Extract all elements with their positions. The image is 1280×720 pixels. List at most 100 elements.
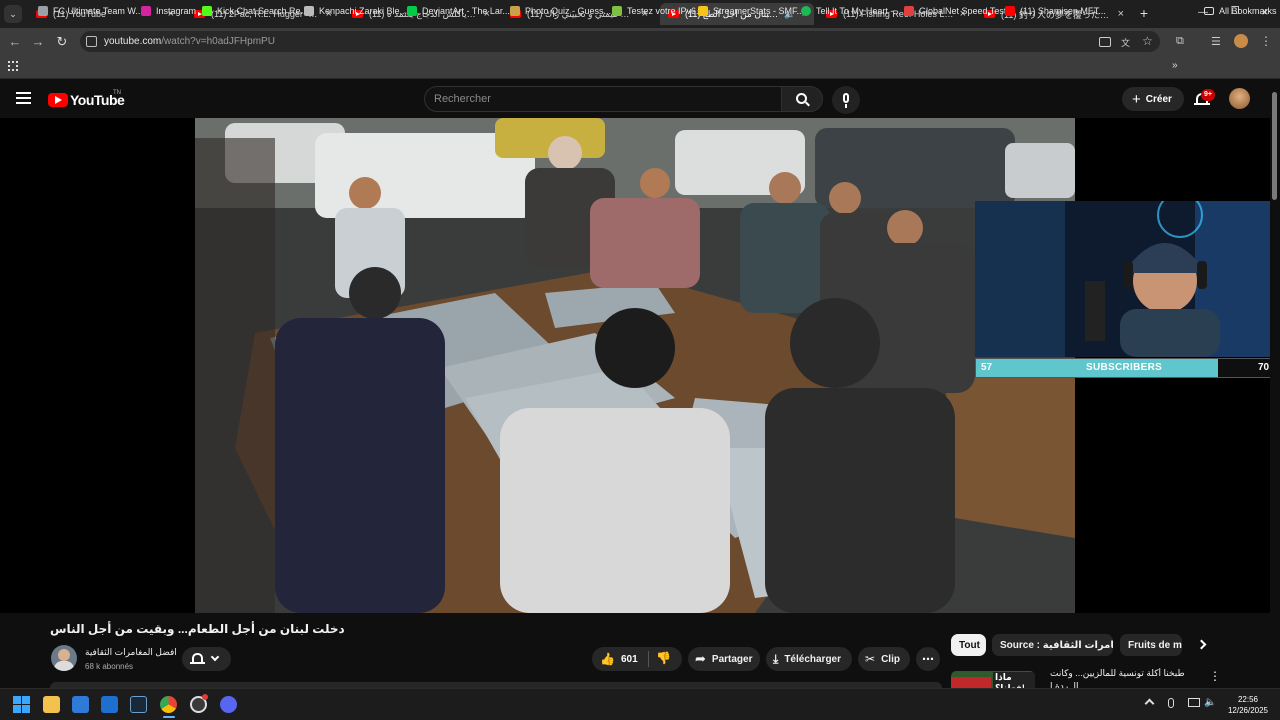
discord-icon[interactable]: [220, 696, 237, 713]
account-avatar[interactable]: [1229, 88, 1250, 109]
search-placeholder: Rechercher: [434, 93, 491, 105]
channel-name[interactable]: افضل المغامرات الثقافية: [85, 647, 177, 658]
bookmark-label: FC Ultimate Team W...: [53, 6, 143, 16]
share-label: Partager: [711, 653, 753, 665]
close-icon[interactable]: ×: [1118, 8, 1124, 20]
bookmark-item[interactable]: DeviantArt - The Lar...: [407, 6, 510, 16]
chrome-icon[interactable]: [160, 696, 177, 713]
translate-icon[interactable]: 文: [1121, 36, 1133, 48]
chip-source[interactable]: Source : افضل المغامرات الثقافية: [992, 634, 1113, 656]
profile-avatar[interactable]: [1234, 34, 1248, 48]
all-bookmarks-label: All Bookmarks: [1219, 6, 1277, 16]
bookmark-item[interactable]: Photo Quiz - Guess...: [510, 6, 611, 16]
install-app-icon[interactable]: [1099, 37, 1111, 47]
video-frame[interactable]: [195, 118, 1075, 613]
subscriber-count-goal: 70: [1258, 362, 1270, 373]
dislike-button[interactable]: 👎: [650, 647, 682, 671]
like-dislike-divider: [648, 651, 649, 667]
store-icon[interactable]: [101, 696, 118, 713]
subscriber-count-current: 57: [981, 362, 993, 373]
scissors-icon: ✂: [865, 652, 876, 666]
bookmark-item[interactable]: FC Ultimate Team W...: [38, 6, 143, 16]
bookmark-item[interactable]: Kenpachi Zaraki Ble...: [304, 6, 407, 16]
browser-menu-icon[interactable]: ⋮: [1260, 34, 1272, 48]
like-count: 601: [620, 653, 638, 665]
spotify-icon: [801, 6, 811, 16]
folder-icon: [1204, 7, 1214, 15]
steam-icon[interactable]: [130, 696, 147, 713]
create-button[interactable]: + Créer: [1122, 87, 1184, 111]
start-tile: [13, 705, 21, 713]
thumbnail-flag-band: [951, 677, 991, 688]
webcam-overlay: [975, 201, 1280, 357]
back-arrow-icon[interactable]: ←: [6, 33, 24, 51]
reload-icon[interactable]: ↻: [53, 33, 71, 51]
bookmark-label: Instagram: [156, 6, 197, 16]
video-scene: [195, 118, 1075, 613]
bookmark-favicon-icon: [510, 6, 520, 16]
tray-microphone-icon[interactable]: [1168, 698, 1174, 708]
recommended-more-icon[interactable]: ⋮: [1209, 669, 1221, 683]
forward-arrow-icon[interactable]: →: [29, 33, 47, 51]
start-tile: [22, 696, 30, 704]
kick-icon: [202, 6, 212, 16]
scrollbar-thumb[interactable]: [1272, 92, 1277, 200]
tab-search-button[interactable]: ⌄: [4, 5, 22, 23]
taskbar-clock[interactable]: 22:56 12/26/2025: [1222, 694, 1274, 716]
url-text[interactable]: youtube.com/watch?v=h0adJFHpmPU: [104, 36, 275, 47]
deviantart-icon: [407, 6, 417, 16]
clip-button[interactable]: ✂ Clip: [858, 647, 910, 671]
bookmark-item[interactable]: Tell It To My Heart -...: [801, 6, 901, 16]
like-button[interactable]: 👍 601: [592, 647, 648, 671]
extensions-icon[interactable]: ⧉: [1176, 35, 1184, 48]
subscription-bell-button[interactable]: [182, 647, 231, 671]
recommended-title-line2: الـ ردة ا: [1050, 681, 1079, 688]
recommended-thumbnail[interactable]: ماذا فعلنا؟!: [951, 671, 1035, 688]
reading-list-icon[interactable]: ☰: [1211, 35, 1221, 48]
hamburger-menu-icon[interactable]: [16, 92, 31, 104]
channel-avatar[interactable]: [51, 645, 77, 671]
clock-date: 12/26/2025: [1227, 706, 1269, 715]
all-bookmarks-button[interactable]: All Bookmarks: [1204, 6, 1277, 16]
bookmark-item[interactable]: Kick Chat Search Re...: [202, 6, 308, 16]
apps-grid-icon[interactable]: [8, 61, 18, 71]
site-info-icon[interactable]: [86, 36, 97, 47]
download-button[interactable]: ⤓ Télécharger: [766, 647, 852, 671]
bookmark-item[interactable]: GlobalNet Speed Test: [904, 6, 1006, 16]
mail-icon[interactable]: [72, 696, 89, 713]
bookmark-item[interactable]: Testez votre IPv6.: [612, 6, 699, 16]
share-button[interactable]: ➦ Partager: [688, 647, 760, 671]
more-bookmarks-chevron-icon[interactable]: »: [1172, 60, 1178, 71]
bookmark-label: Testez votre IPv6.: [627, 6, 699, 16]
tray-volume-icon[interactable]: 🔈: [1204, 697, 1216, 708]
chevron-down-icon: [210, 652, 220, 662]
youtube-logo[interactable]: YouTube TN: [48, 90, 128, 110]
clock-time: 22:56: [1237, 695, 1259, 704]
channel-avatar-shoulders: [54, 661, 74, 671]
chip-seafood[interactable]: Fruits de mer: [1120, 634, 1182, 656]
tray-network-icon[interactable]: [1188, 698, 1200, 707]
bookmark-favicon-icon: [904, 6, 914, 16]
file-explorer-icon[interactable]: [43, 696, 60, 713]
search-button[interactable]: [781, 86, 823, 112]
youtube-play-icon: [48, 93, 68, 107]
download-icon: ⤓: [773, 651, 779, 666]
chip-all[interactable]: Tout: [951, 634, 986, 656]
new-tab-button[interactable]: +: [1136, 5, 1152, 21]
bookmark-item[interactable]: Instagram: [141, 6, 196, 16]
bell-icon-base: [190, 662, 205, 664]
bookmark-item[interactable]: StreamerStats - SMF...: [698, 6, 804, 16]
chips-next-chevron-icon[interactable]: [1196, 639, 1207, 650]
share-arrow-icon: ➦: [695, 651, 706, 666]
bookmark-label: GlobalNet Speed Test: [919, 6, 1007, 16]
bookmark-item[interactable]: (11) Shamisen MET...: [1005, 6, 1106, 16]
windows-start-icon[interactable]: [13, 696, 30, 713]
more-actions-button[interactable]: ⋯: [916, 647, 940, 671]
instagram-icon: [141, 6, 151, 16]
recommended-title[interactable]: طبخنا أكلة تونسية للمالزيين... وكانت: [1050, 668, 1190, 679]
bookmark-star-icon[interactable]: ☆: [1142, 34, 1153, 48]
bookmark-label: Tell It To My Heart -...: [816, 6, 901, 16]
voice-search-button[interactable]: [832, 86, 860, 114]
thumbs-up-icon: 👍: [600, 652, 615, 666]
notification-count-badge: 9+: [1201, 89, 1215, 101]
